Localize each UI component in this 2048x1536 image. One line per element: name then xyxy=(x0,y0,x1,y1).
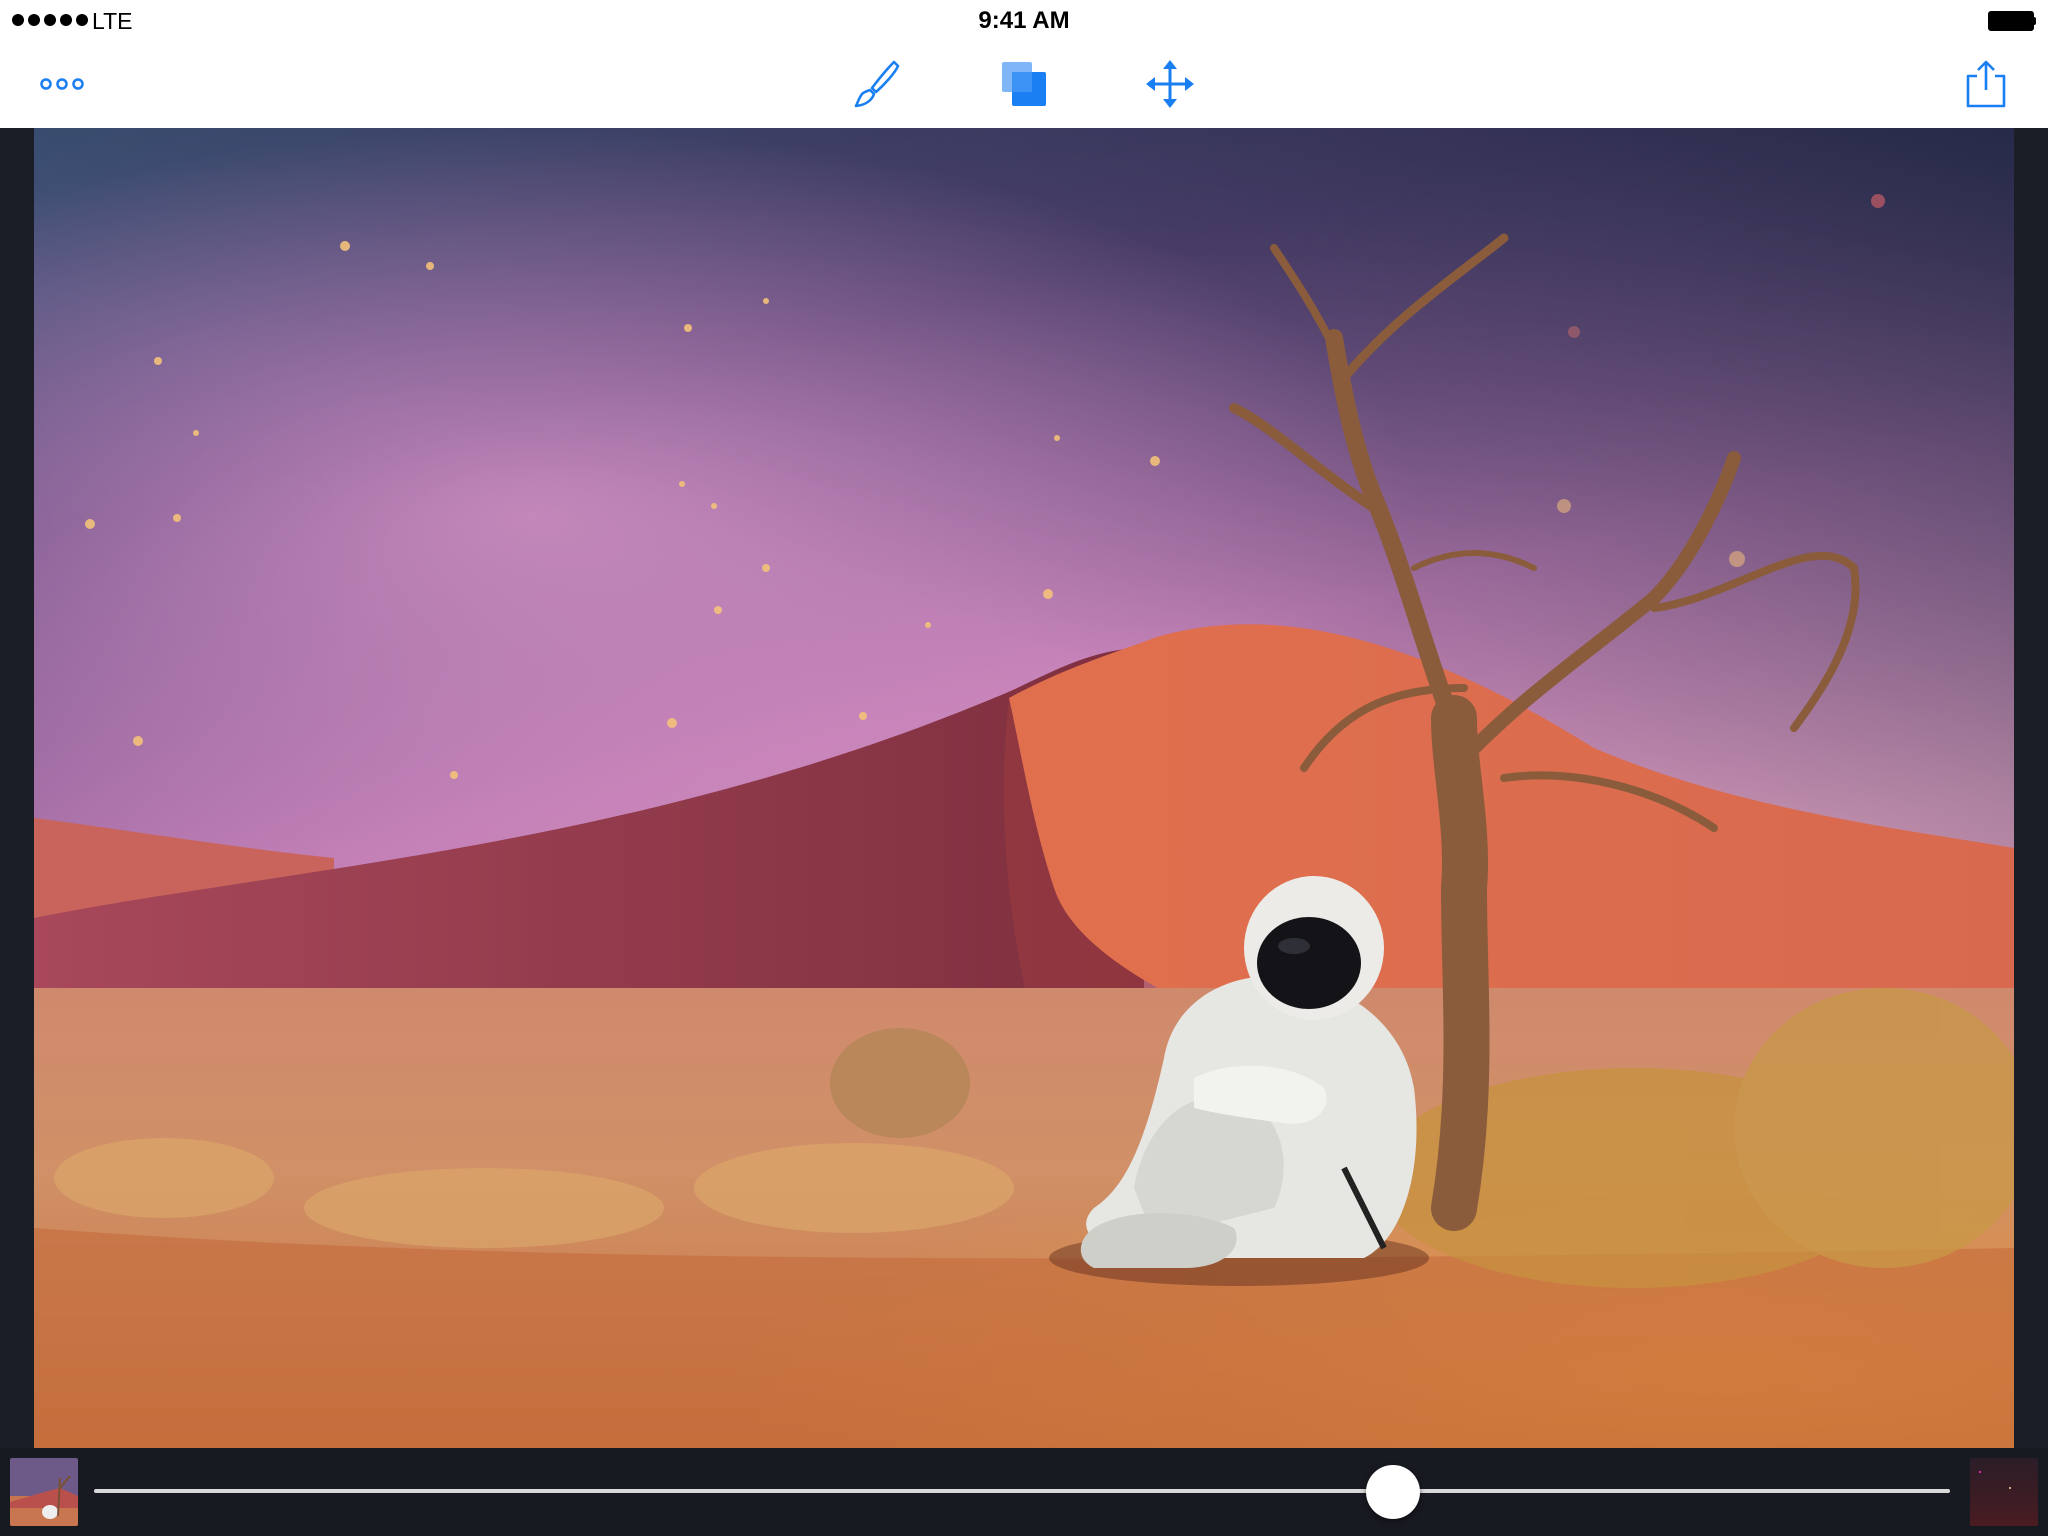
status-bar: LTE 9:41 AM xyxy=(0,0,2048,40)
share-icon xyxy=(1966,60,2006,108)
more-button[interactable] xyxy=(30,52,94,116)
background-layer-thumbnail[interactable] xyxy=(1970,1458,2038,1526)
canvas-area xyxy=(0,128,2048,1448)
bottom-bar xyxy=(0,1448,2048,1536)
opacity-slider-track[interactable] xyxy=(94,1489,1950,1493)
share-button[interactable] xyxy=(1954,52,2018,116)
foreground-layer-thumbnail[interactable] xyxy=(10,1458,78,1526)
more-icon xyxy=(40,78,84,90)
photo-canvas[interactable] xyxy=(34,128,2014,1448)
battery-icon xyxy=(1988,11,2036,31)
app-screen: LTE 9:41 AM xyxy=(0,0,2048,1536)
brush-button[interactable] xyxy=(844,52,908,116)
move-button[interactable] xyxy=(1138,52,1202,116)
move-icon xyxy=(1146,60,1194,108)
toolbar xyxy=(0,40,2048,128)
layers-button[interactable] xyxy=(992,52,1056,116)
brush-icon xyxy=(854,60,900,108)
opacity-slider-knob[interactable] xyxy=(1366,1465,1421,1519)
status-time: 9:41 AM xyxy=(978,7,1070,34)
composite-image xyxy=(34,128,2014,1448)
layers-icon xyxy=(1002,62,1046,106)
